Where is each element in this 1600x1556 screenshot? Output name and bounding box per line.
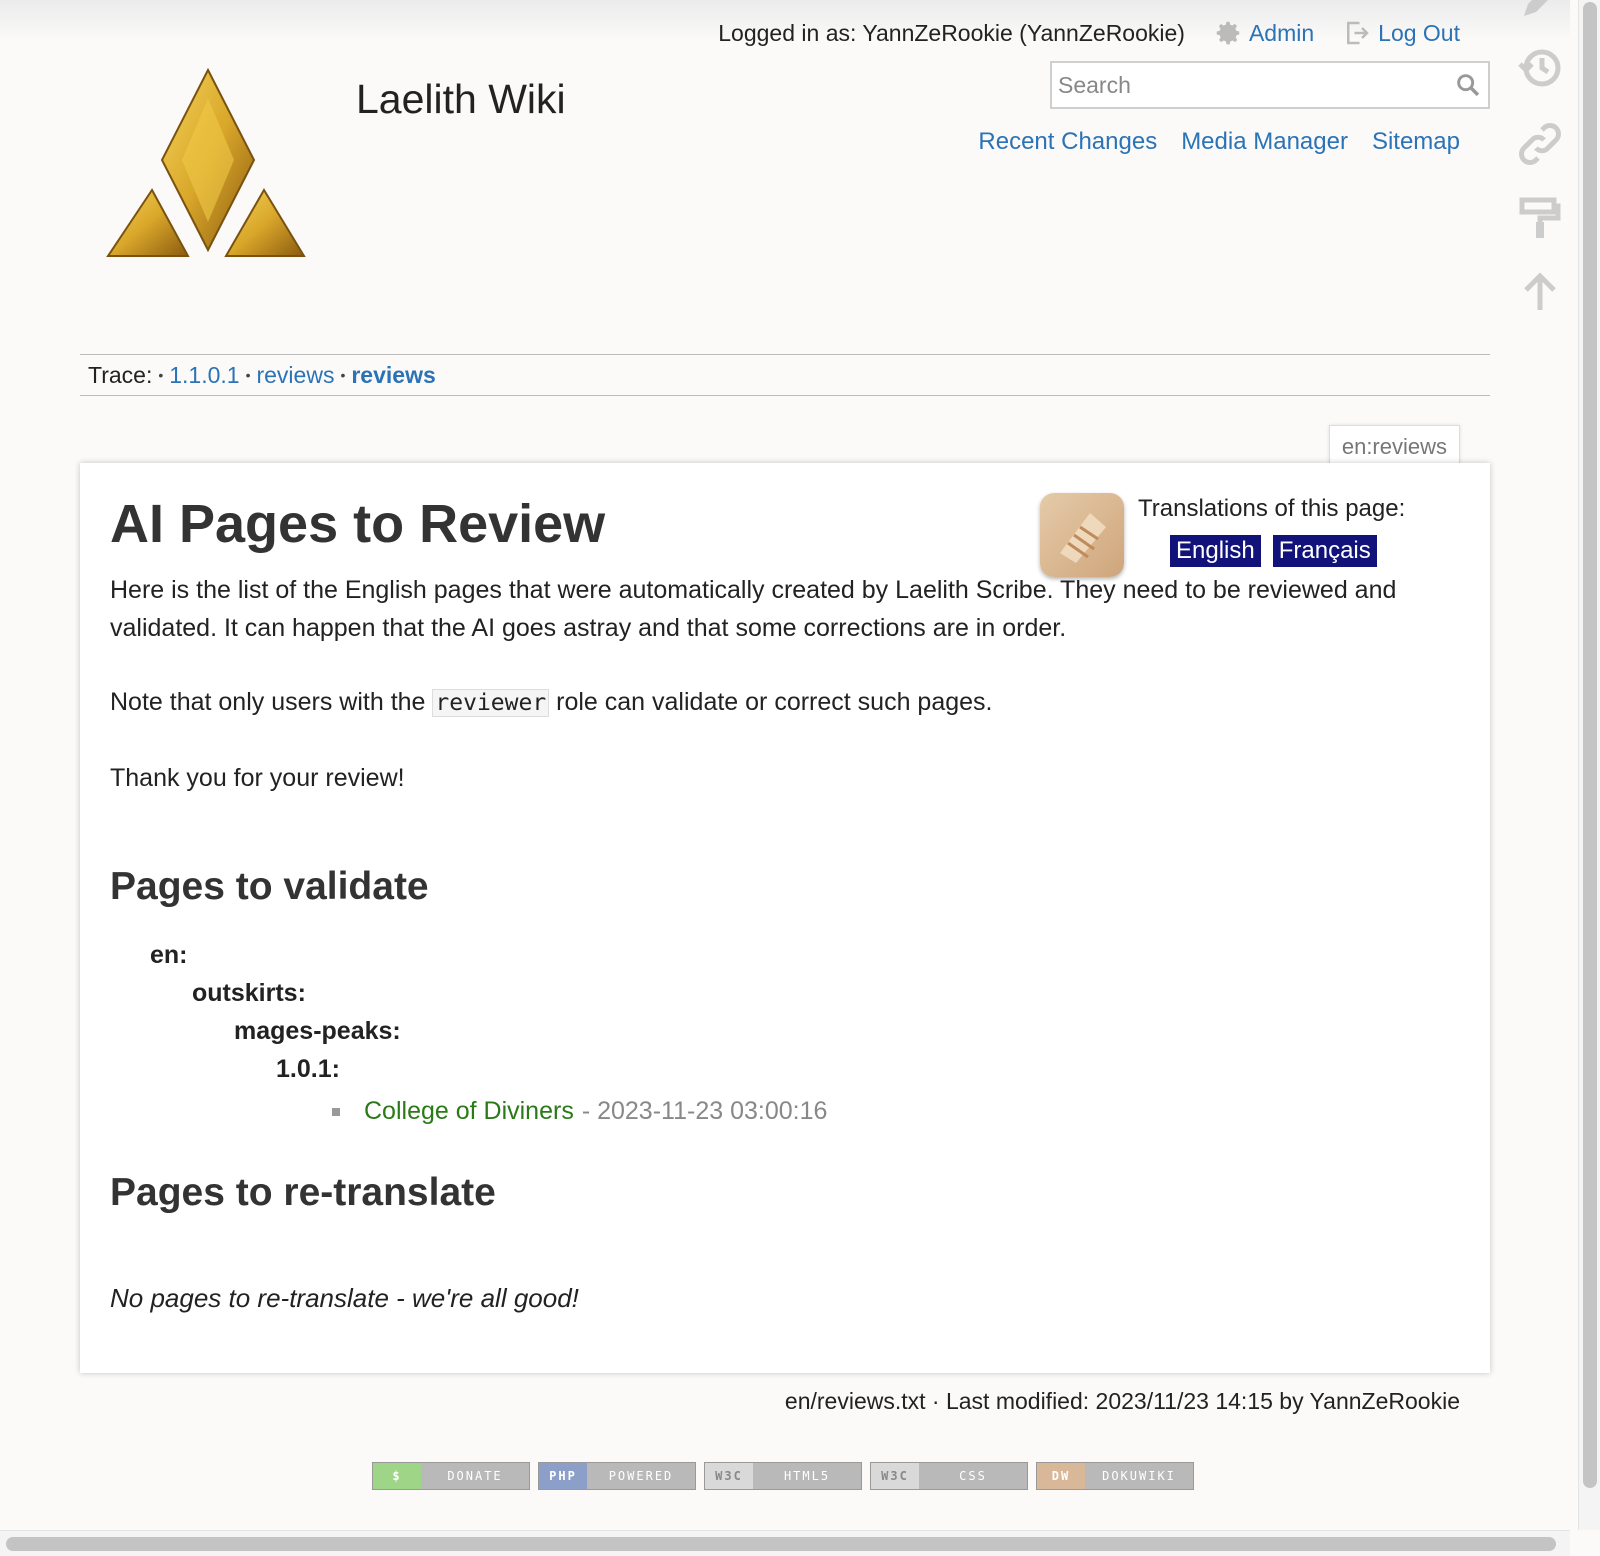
search-icon[interactable] — [1448, 65, 1488, 105]
badge-left: W3C — [871, 1463, 919, 1489]
recent-changes-link[interactable]: Recent Changes — [978, 128, 1157, 156]
footer-badges: $ DONATE PHP POWERED W3C HTML5 W3C CSS D… — [372, 1462, 1194, 1490]
note-text-after: role can validate or correct such pages. — [556, 688, 993, 716]
logout-link[interactable]: Log Out — [1342, 18, 1460, 48]
translation-icon — [1040, 493, 1124, 577]
donate-badge[interactable]: $ DONATE — [372, 1462, 530, 1490]
note-paragraph: Note that only users with the reviewer r… — [110, 683, 1470, 722]
section-heading-validate: Pages to validate — [110, 865, 429, 908]
intro-paragraph: Here is the list of the English pages th… — [110, 576, 1397, 642]
edit-icon[interactable] — [1516, 0, 1564, 24]
user-tools: Logged in as: YannZeRookie (YannZeRookie… — [718, 18, 1460, 48]
thanks-paragraph: Thank you for your review! — [110, 764, 405, 792]
site-title[interactable]: Laelith Wiki — [356, 76, 566, 123]
breadcrumb-item[interactable]: 1.1.0.1 — [169, 362, 239, 389]
college-of-diviners-link[interactable]: College of Diviners — [364, 1097, 574, 1126]
last-modified: en/reviews.txt · Last modified: 2023/11/… — [784, 1388, 1460, 1414]
media-manager-link[interactable]: Media Manager — [1181, 128, 1348, 156]
translation-links: English Français — [1170, 535, 1377, 567]
breadcrumb-separator: • — [158, 367, 164, 383]
admin-link[interactable]: Admin — [1213, 18, 1314, 48]
breadcrumb-current[interactable]: reviews — [351, 362, 435, 388]
translation-english[interactable]: English — [1170, 535, 1261, 567]
logo-icon — [106, 67, 306, 257]
css-badge[interactable]: W3C CSS — [870, 1462, 1028, 1490]
breadcrumb-separator: • — [245, 367, 251, 383]
badge-right: CSS — [919, 1463, 1027, 1489]
translations-label: Translations of this page: — [1138, 495, 1406, 522]
php-badge[interactable]: PHP POWERED — [538, 1462, 696, 1490]
site-tools: Recent Changes Media Manager Sitemap — [978, 128, 1460, 156]
history-icon[interactable] — [1516, 44, 1564, 92]
site-logo[interactable] — [104, 67, 314, 268]
breadcrumb: Trace: • 1.1.0.1 • reviews • reviews — [80, 354, 1490, 396]
search-box — [1050, 61, 1490, 109]
badge-left: DW — [1037, 1463, 1085, 1489]
scrollbar-thumb[interactable] — [1583, 2, 1597, 1488]
breadcrumb-item[interactable]: reviews — [256, 362, 334, 389]
paint-roller-icon[interactable] — [1516, 194, 1564, 242]
badge-left: $ — [373, 1463, 421, 1489]
logout-icon — [1347, 21, 1369, 45]
translations-box: Translations of this page: English Franç… — [1040, 493, 1460, 583]
list-bullet — [332, 1107, 340, 1116]
vertical-scrollbar[interactable] — [1578, 0, 1600, 1530]
horizontal-scrollbar[interactable] — [0, 1530, 1570, 1556]
badge-right: POWERED — [587, 1463, 695, 1489]
scrollbar-thumb[interactable] — [6, 1537, 1556, 1551]
namespace-en: en: — [150, 941, 188, 969]
sitemap-link[interactable]: Sitemap — [1372, 128, 1460, 156]
badge-right: HTML5 — [753, 1463, 861, 1489]
gear-icon — [1216, 21, 1240, 45]
translation-french[interactable]: Français — [1272, 535, 1377, 567]
page-content: AI Pages to Review Translations of this … — [80, 463, 1490, 1373]
note-text-before: Note that only users with the — [110, 688, 426, 716]
badge-left: PHP — [539, 1463, 587, 1489]
list-item: College of Diviners - 2023-11-23 03:00:1… — [332, 1097, 827, 1126]
badge-left: W3C — [705, 1463, 753, 1489]
html5-badge[interactable]: W3C HTML5 — [704, 1462, 862, 1490]
logout-label: Log Out — [1378, 19, 1460, 46]
logged-in-text: Logged in as: YannZeRookie (YannZeRookie… — [718, 19, 1185, 46]
page-id-tab: en:reviews — [1328, 425, 1460, 468]
link-icon[interactable] — [1516, 120, 1564, 168]
namespace-version: 1.0.1: — [276, 1055, 340, 1083]
namespace-mages-peaks: mages-peaks: — [234, 1017, 401, 1045]
badge-right: DONATE — [421, 1463, 529, 1489]
section-heading-retranslate: Pages to re-translate — [110, 1171, 496, 1214]
breadcrumb-separator: • — [340, 367, 346, 383]
search-input[interactable] — [1052, 71, 1448, 99]
no-retranslate-message: No pages to re-translate - we're all goo… — [110, 1283, 579, 1313]
namespace-outskirts: outskirts: — [192, 979, 306, 1007]
admin-label: Admin — [1248, 19, 1315, 46]
dokuwiki-badge[interactable]: DW DOKUWIKI — [1036, 1462, 1194, 1490]
badge-right: DOKUWIKI — [1085, 1463, 1193, 1489]
page-title: AI Pages to Review — [110, 494, 606, 554]
entry-date: - 2023-11-23 03:00:16 — [581, 1097, 828, 1125]
back-to-top-icon[interactable] — [1516, 268, 1564, 316]
breadcrumb-label: Trace: — [88, 361, 153, 388]
reviewer-code: reviewer — [432, 689, 550, 717]
